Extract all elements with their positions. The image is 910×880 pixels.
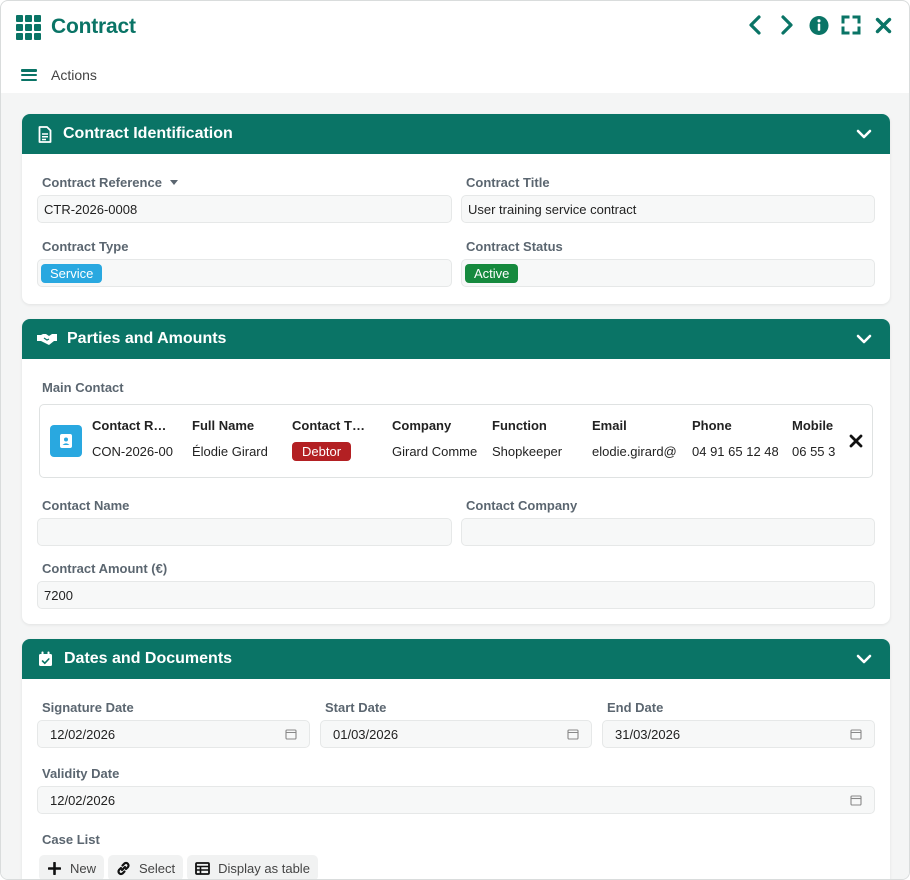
contract-title-field[interactable]: User training service contract: [461, 195, 875, 223]
link-icon: [115, 860, 131, 876]
contract-amount-field[interactable]: 7200: [37, 581, 875, 609]
title-bar: Contract: [1, 1, 909, 53]
validity-date-label: Validity Date: [42, 766, 120, 781]
display-as-table-button[interactable]: Display as table: [187, 855, 318, 879]
section-title: Dates and Documents: [64, 650, 233, 667]
handshake-icon: [36, 330, 58, 348]
contract-title-label: Contract Title: [466, 175, 550, 190]
contact-column-company: Company Girard Comme: [392, 418, 478, 459]
contact-company-label: Contact Company: [466, 498, 578, 513]
app-grid-icon[interactable]: [16, 14, 41, 40]
main-contact-card[interactable]: Contact R… CON-2026-00 Full Name Élodie …: [39, 404, 873, 478]
table-icon: [194, 860, 210, 876]
window-title: Contract: [51, 15, 136, 38]
end-date-label: End Date: [607, 700, 664, 715]
calendar-icon[interactable]: [850, 728, 862, 740]
fullscreen-icon[interactable]: [841, 14, 861, 36]
previous-icon[interactable]: [745, 14, 765, 36]
contact-column-full-name: Full Name Élodie Girard: [192, 418, 268, 459]
status-badge: Active: [465, 263, 519, 283]
section-dates-documents: Dates and Documents Signature Date 12/02…: [22, 639, 890, 879]
start-date-label: Start Date: [325, 700, 387, 715]
contact-column-phone: Phone 04 91 65 12 48: [692, 418, 778, 459]
contract-status-field[interactable]: Active: [461, 259, 875, 287]
contact-column-mobile: Mobile 06 55 3: [792, 418, 836, 459]
window-controls: [745, 14, 893, 36]
contact-name-field[interactable]: [37, 518, 452, 546]
main-contact-label: Main Contact: [42, 380, 124, 395]
contract-type-label: Contract Type: [42, 239, 129, 254]
contract-type-field[interactable]: Service: [37, 259, 452, 287]
select-case-button[interactable]: Select: [108, 855, 184, 879]
case-list-actions: New Select Display as table: [39, 855, 318, 879]
caret-down-icon[interactable]: [169, 180, 178, 186]
validity-date-field[interactable]: 12/02/2026: [37, 786, 875, 814]
info-icon[interactable]: [809, 14, 829, 36]
plus-icon: [46, 860, 62, 876]
chevron-down-icon[interactable]: [856, 651, 872, 667]
section-title: Contract Identification: [63, 125, 233, 142]
calendar-icon[interactable]: [567, 728, 579, 740]
debtor-badge: Debtor: [292, 442, 352, 461]
close-icon[interactable]: [873, 14, 893, 36]
end-date-field[interactable]: 31/03/2026: [602, 720, 875, 748]
section-header-parties[interactable]: Parties and Amounts: [22, 319, 890, 359]
remove-contact-icon[interactable]: [849, 434, 863, 448]
contact-name-label: Contact Name: [42, 498, 130, 513]
contract-status-label: Contract Status: [466, 239, 563, 254]
start-date-field[interactable]: 01/03/2026: [320, 720, 592, 748]
section-contract-identification: Contract Identification Contract Referen…: [22, 114, 890, 304]
contact-column-email: Email elodie.girard@: [592, 418, 677, 459]
contact-column-reference: Contact R… CON-2026-00: [92, 418, 173, 459]
contract-amount-label: Contract Amount (€): [42, 561, 168, 576]
actions-label[interactable]: Actions: [51, 67, 97, 83]
new-case-button[interactable]: New: [39, 855, 105, 879]
document-icon: [36, 125, 54, 143]
contact-card-icon: [50, 425, 82, 457]
hamburger-menu-icon[interactable]: [21, 68, 37, 82]
case-list-label: Case List: [42, 832, 100, 847]
type-badge: Service: [41, 263, 103, 283]
signature-date-field[interactable]: 12/02/2026: [37, 720, 310, 748]
form-content[interactable]: Contract Identification Contract Referen…: [1, 93, 909, 879]
chevron-down-icon[interactable]: [856, 126, 872, 142]
section-header-dates[interactable]: Dates and Documents: [22, 639, 890, 679]
contact-company-field[interactable]: [461, 518, 875, 546]
contract-reference-label[interactable]: Contract Reference: [42, 175, 178, 190]
section-title: Parties and Amounts: [67, 330, 227, 347]
calendar-icon[interactable]: [285, 728, 297, 740]
chevron-down-icon[interactable]: [856, 331, 872, 347]
next-icon[interactable]: [777, 14, 797, 36]
signature-date-label: Signature Date: [42, 700, 134, 715]
contract-window: Contract Actions Contract Identification…: [0, 0, 910, 880]
contract-reference-field[interactable]: CTR-2026-0008: [37, 195, 452, 223]
section-header-identification[interactable]: Contract Identification: [22, 114, 890, 154]
calendar-check-icon: [36, 650, 54, 668]
calendar-icon[interactable]: [850, 794, 862, 806]
actions-toolbar[interactable]: Actions: [1, 59, 909, 91]
section-parties-amounts: Parties and Amounts Main Contact Contact…: [22, 319, 890, 624]
contact-column-type: Contact T… Debtor: [292, 418, 365, 461]
contact-column-function: Function Shopkeeper: [492, 418, 563, 459]
